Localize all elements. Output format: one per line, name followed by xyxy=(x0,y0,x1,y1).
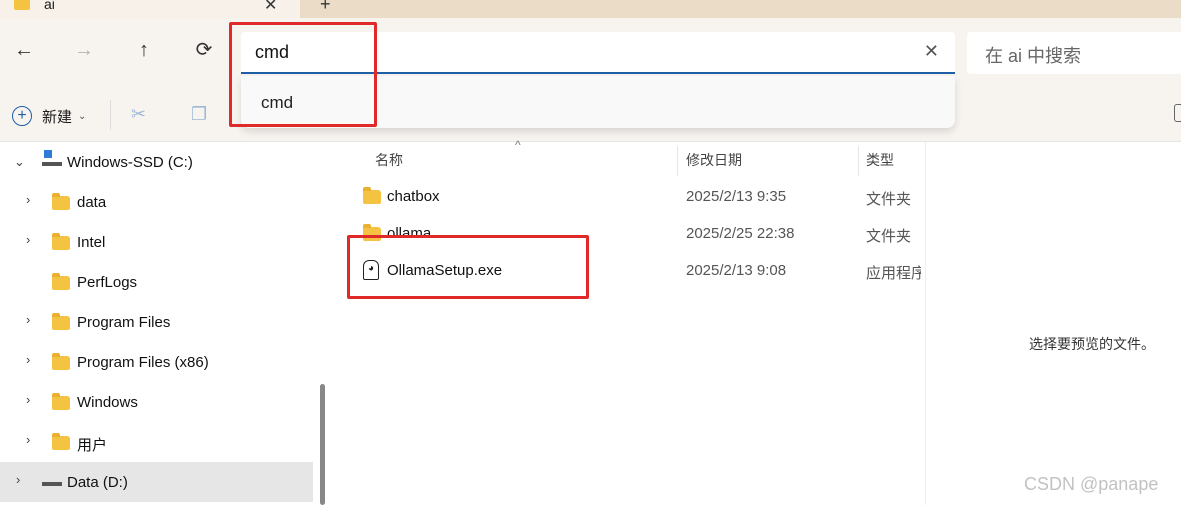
tree-item-intel[interactable]: › Intel xyxy=(0,222,313,262)
tree-item-program-files-x86[interactable]: › Program Files (x86) xyxy=(0,342,313,382)
folder-icon xyxy=(52,433,70,450)
file-list-pane: ^ 名称 修改日期 类型 chatbox 2025/2/13 9:35 文件夹 … xyxy=(335,138,925,505)
navigation-pane: ⌄ Windows-SSD (C:) › data › Intel PerfLo… xyxy=(0,142,335,505)
tree-item-windows-ssd[interactable]: ⌄ Windows-SSD (C:) xyxy=(0,142,313,182)
tab-strip: ai ✕ + xyxy=(0,0,1181,18)
column-header-name[interactable]: 名称 xyxy=(375,150,403,170)
tree-item-data[interactable]: › data xyxy=(0,182,313,222)
preview-pane: 选择要预览的文件。 CSDN @panape xyxy=(925,142,1181,505)
tree-item-program-files[interactable]: › Program Files xyxy=(0,302,313,342)
new-button-label: 新建 xyxy=(42,108,73,126)
tree-item-label: Intel xyxy=(77,234,106,251)
toolbar-divider xyxy=(110,100,111,130)
folder-icon xyxy=(14,0,30,10)
tree-item-data-drive[interactable]: › Data (D:) xyxy=(0,462,313,502)
sidebar-scrollbar[interactable] xyxy=(320,384,325,505)
tree-item-label: Data (D:) xyxy=(67,474,128,491)
tree-item-label: Windows-SSD (C:) xyxy=(67,154,193,171)
chevron-right-icon[interactable]: › xyxy=(26,432,30,447)
tree-item-label: data xyxy=(77,194,107,211)
back-button[interactable]: ← xyxy=(12,38,36,62)
sort-ascending-icon: ^ xyxy=(515,138,521,152)
chevron-right-icon[interactable]: › xyxy=(26,312,30,327)
tree-item-users[interactable]: › 用户 xyxy=(0,422,313,462)
file-name: chatbox xyxy=(387,188,440,205)
windows-drive-icon xyxy=(42,150,62,166)
cut-icon[interactable]: ✂ xyxy=(131,104,146,125)
tree-item-label: Program Files xyxy=(77,314,171,331)
folder-icon xyxy=(363,187,381,204)
tree-item-label: PerfLogs xyxy=(77,274,138,291)
folder-icon xyxy=(52,353,70,370)
file-date: 2025/2/25 22:38 xyxy=(686,225,795,242)
annotation-box-cmd xyxy=(229,22,377,127)
copy-icon[interactable]: ❐ xyxy=(191,104,207,125)
file-row-chatbox[interactable]: chatbox 2025/2/13 9:35 文件夹 xyxy=(335,180,925,216)
preview-message: 选择要预览的文件。 xyxy=(1029,336,1155,352)
search-placeholder: 在 ai 中搜索 xyxy=(985,46,1082,66)
column-divider[interactable] xyxy=(677,146,678,176)
chevron-right-icon[interactable]: › xyxy=(16,472,20,487)
tree-item-label: Program Files (x86) xyxy=(77,354,209,371)
chevron-right-icon[interactable]: › xyxy=(26,232,30,247)
refresh-button[interactable]: ⟳ xyxy=(192,38,216,62)
file-type: 应用程序 xyxy=(866,265,921,282)
chevron-right-icon[interactable]: › xyxy=(26,352,30,367)
annotation-box-ollamasetup xyxy=(347,235,589,299)
folder-icon xyxy=(52,313,70,330)
search-input[interactable]: 在 ai 中搜索 xyxy=(967,32,1181,74)
up-button[interactable]: ↑ xyxy=(132,38,156,62)
clear-icon[interactable]: ✕ xyxy=(924,41,939,62)
folder-icon xyxy=(52,193,70,210)
file-date: 2025/2/13 9:08 xyxy=(686,262,787,279)
tab-ai[interactable]: ai ✕ xyxy=(0,0,300,18)
chevron-down-icon: ⌄ xyxy=(78,110,87,122)
tree-item-perflogs[interactable]: PerfLogs xyxy=(0,262,313,302)
tree-item-label: 用户 xyxy=(77,437,108,454)
forward-button[interactable]: → xyxy=(72,38,96,62)
file-type: 文件夹 xyxy=(866,228,912,245)
tree-item-label: Windows xyxy=(77,394,138,411)
folder-icon xyxy=(52,393,70,410)
close-tab-icon[interactable]: ✕ xyxy=(264,0,277,15)
folder-icon xyxy=(52,273,70,290)
file-date: 2025/2/13 9:35 xyxy=(686,188,787,205)
chevron-right-icon[interactable]: › xyxy=(26,192,30,207)
file-type: 文件夹 xyxy=(866,191,912,208)
new-tab-button[interactable]: + xyxy=(320,0,331,15)
chevron-right-icon[interactable]: › xyxy=(26,392,30,407)
plus-circle-icon: + xyxy=(12,106,32,126)
new-button[interactable]: + 新建 ⌄ xyxy=(12,104,86,128)
tab-title: ai xyxy=(44,0,55,12)
drive-icon xyxy=(42,476,62,486)
tree-item-windows[interactable]: › Windows xyxy=(0,382,313,422)
details-pane-icon[interactable] xyxy=(1174,104,1181,122)
column-header-type[interactable]: 类型 xyxy=(866,150,894,170)
column-divider[interactable] xyxy=(858,146,859,176)
watermark: CSDN @panape xyxy=(1024,474,1159,494)
folder-icon xyxy=(52,233,70,250)
column-header-modified[interactable]: 修改日期 xyxy=(686,150,742,170)
chevron-down-icon[interactable]: ⌄ xyxy=(14,154,25,170)
